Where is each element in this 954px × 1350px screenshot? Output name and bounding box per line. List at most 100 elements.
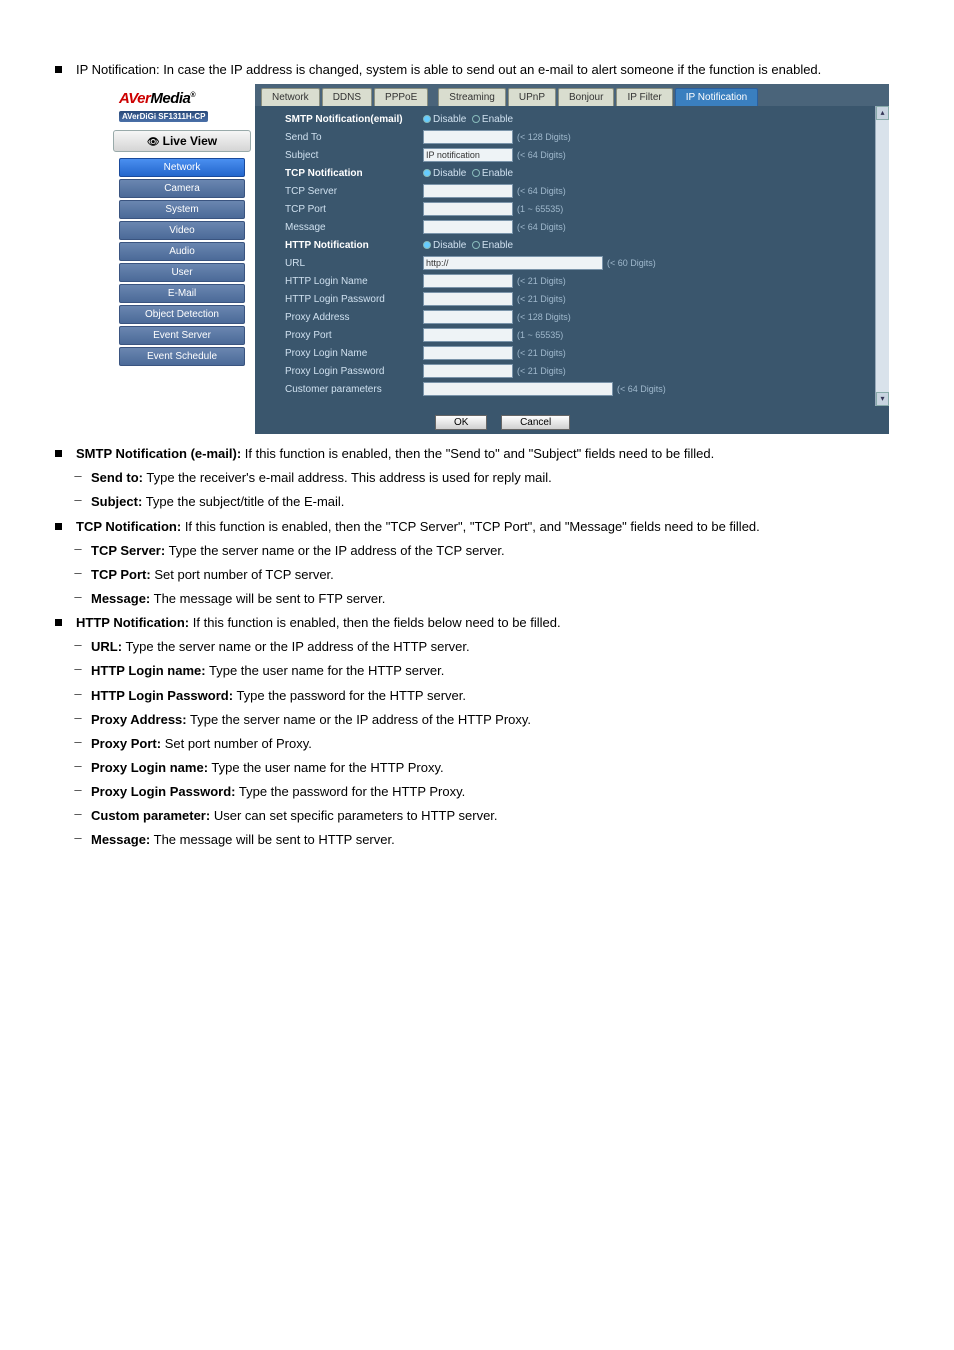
scrollbar[interactable]: ▴ ▾ [875, 106, 889, 406]
http-login-name-input[interactable] [423, 274, 513, 288]
scroll-down-icon[interactable]: ▾ [876, 392, 889, 406]
http-radio[interactable]: Disable Enable [423, 240, 513, 251]
logo: AVerMedia® AVerDiGi SF1311H-CP [109, 84, 255, 124]
dash-icon: – [73, 782, 83, 797]
tab-bonjour[interactable]: Bonjour [558, 88, 614, 106]
http-sub4: Proxy Address: Type the server name or t… [91, 710, 531, 730]
nav-video[interactable]: Video [119, 221, 245, 240]
proxy-addr-input[interactable] [423, 310, 513, 324]
url-label: URL [285, 258, 423, 269]
proxy-port-label: Proxy Port [285, 330, 423, 341]
proxy-port-input[interactable] [423, 328, 513, 342]
tab-ipfilter[interactable]: IP Filter [616, 88, 672, 106]
tcp-heading: TCP Notification [285, 168, 423, 179]
tab-pppoe[interactable]: PPPoE [374, 88, 428, 106]
proxy-login-name-label: Proxy Login Name [285, 348, 423, 359]
dash-icon: – [73, 686, 83, 701]
http-sub1: URL: Type the server name or the IP addr… [91, 637, 470, 657]
hint: (< 64 Digits) [517, 150, 566, 160]
nav-email[interactable]: E-Mail [119, 284, 245, 303]
hint: (< 128 Digits) [517, 132, 571, 142]
http-sub9: Message: The message will be sent to HTT… [91, 830, 395, 850]
logo-model: AVerDiGi SF1311H-CP [119, 111, 208, 122]
dash-icon: – [73, 806, 83, 821]
http-login-name-label: HTTP Login Name [285, 276, 423, 287]
hint: (1 ~ 65535) [517, 204, 563, 214]
smtp-radio[interactable]: Disable Enable [423, 114, 513, 125]
dash-icon: – [73, 661, 83, 676]
hint: (< 60 Digits) [607, 258, 656, 268]
dash-icon: – [73, 541, 83, 556]
tcp-sub1: TCP Server: Type the server name or the … [91, 541, 505, 561]
tab-ipnotification[interactable]: IP Notification [675, 88, 759, 106]
proxy-addr-label: Proxy Address [285, 312, 423, 323]
ok-button[interactable]: OK [435, 415, 487, 430]
proxy-login-pw-label: Proxy Login Password [285, 366, 423, 377]
sendto-input[interactable] [423, 130, 513, 144]
nav-user[interactable]: User [119, 263, 245, 282]
message-label: Message [285, 222, 423, 233]
http-login-pw-label: HTTP Login Password [285, 294, 423, 305]
smtp-sub2: Subject: Type the subject/title of the E… [91, 492, 344, 512]
http-heading: HTTP Notification [285, 240, 423, 251]
form-area: SMTP Notification(email) Disable Enable … [255, 106, 889, 406]
tab-ddns[interactable]: DDNS [322, 88, 372, 106]
bullet-icon [55, 523, 62, 530]
dash-icon: – [73, 830, 83, 845]
nav-network[interactable]: Network [119, 158, 245, 177]
bullet-icon [55, 450, 62, 457]
cancel-button[interactable]: Cancel [501, 415, 570, 430]
dash-icon: – [73, 589, 83, 604]
intro-text: IP Notification: In case the IP address … [76, 60, 821, 80]
nav-object-detection[interactable]: Object Detection [119, 305, 245, 324]
subject-input[interactable] [423, 148, 513, 162]
http-sub7: Proxy Login Password: Type the password … [91, 782, 465, 802]
proxy-login-pw-input[interactable] [423, 364, 513, 378]
http-sub8: Custom parameter: User can set specific … [91, 806, 498, 826]
hint: (< 64 Digits) [517, 186, 566, 196]
eye-icon: 👁 [147, 137, 160, 148]
cust-params-input[interactable] [423, 382, 613, 396]
dash-icon: – [73, 734, 83, 749]
dash-icon: – [73, 637, 83, 652]
sidebar: AVerMedia® AVerDiGi SF1311H-CP 👁Live Vie… [109, 84, 255, 434]
smtp-heading: SMTP Notification(email) [285, 114, 423, 125]
nav-system[interactable]: System [119, 200, 245, 219]
network-screenshot: AVerMedia® AVerDiGi SF1311H-CP 👁Live Vie… [109, 84, 889, 434]
nav-audio[interactable]: Audio [119, 242, 245, 261]
hint: (1 ~ 65535) [517, 330, 563, 340]
tab-upnp[interactable]: UPnP [508, 88, 556, 106]
live-view-button[interactable]: 👁Live View [113, 130, 251, 152]
http-sub6: Proxy Login name: Type the user name for… [91, 758, 444, 778]
tcp-sub3: Message: The message will be sent to FTP… [91, 589, 385, 609]
tcp-radio[interactable]: Disable Enable [423, 168, 513, 179]
dash-icon: – [73, 492, 83, 507]
dash-icon: – [73, 710, 83, 725]
scroll-up-icon[interactable]: ▴ [876, 106, 889, 120]
dash-icon: – [73, 565, 83, 580]
http-text: HTTP Notification: If this function is e… [76, 613, 561, 633]
nav-event-server[interactable]: Event Server [119, 326, 245, 345]
url-input[interactable] [423, 256, 603, 270]
http-login-pw-input[interactable] [423, 292, 513, 306]
http-sub5: Proxy Port: Set port number of Proxy. [91, 734, 312, 754]
nav-camera[interactable]: Camera [119, 179, 245, 198]
tcp-text: TCP Notification: If this function is en… [76, 517, 760, 537]
hint: (< 21 Digits) [517, 366, 566, 376]
tab-streaming[interactable]: Streaming [438, 88, 506, 106]
hint: (< 128 Digits) [517, 312, 571, 322]
tcpserver-input[interactable] [423, 184, 513, 198]
message-input[interactable] [423, 220, 513, 234]
nav-event-schedule[interactable]: Event Schedule [119, 347, 245, 366]
dash-icon: – [73, 758, 83, 773]
bullet-icon [55, 66, 62, 73]
tcpport-label: TCP Port [285, 204, 423, 215]
tab-network[interactable]: Network [261, 88, 320, 106]
tcpport-input[interactable] [423, 202, 513, 216]
tabstrip: Network DDNS PPPoE Streaming UPnP Bonjou… [255, 84, 889, 106]
proxy-login-name-input[interactable] [423, 346, 513, 360]
smtp-sub1: Send to: Type the receiver's e-mail addr… [91, 468, 552, 488]
smtp-text: SMTP Notification (e-mail): If this func… [76, 444, 714, 464]
http-sub2: HTTP Login name: Type the user name for … [91, 661, 444, 681]
subject-label: Subject [285, 150, 423, 161]
